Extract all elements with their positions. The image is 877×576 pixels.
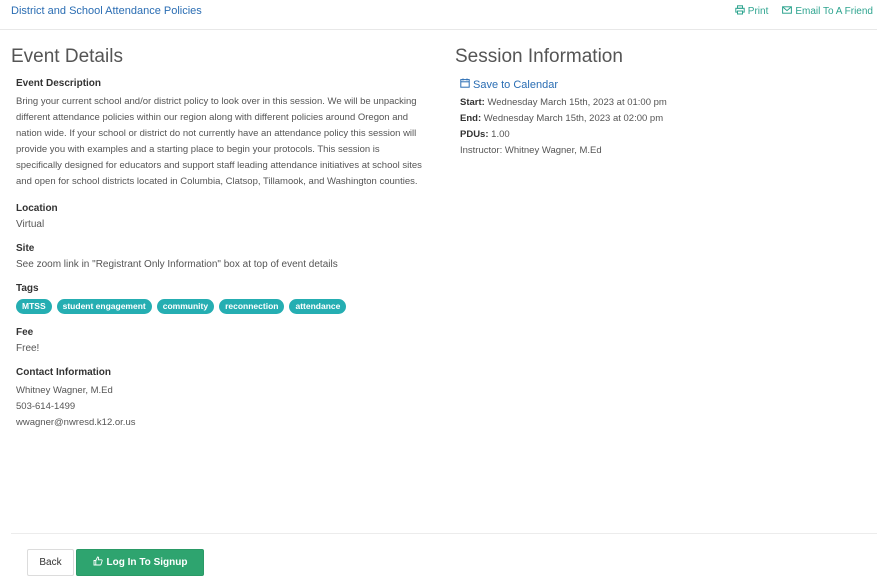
pdu-value: 1.00	[491, 129, 510, 140]
save-to-calendar-label: Save to Calendar	[473, 78, 558, 91]
site-value: See zoom link in "Registrant Only Inform…	[16, 259, 338, 270]
session-end: End: Wednesday March 15th, 2023 at 02:00…	[460, 111, 865, 127]
login-to-signup-button[interactable]: Log In To Signup	[76, 549, 204, 576]
contact-field: Contact Information Whitney Wagner, M.Ed…	[16, 367, 426, 431]
tags-field: Tags MTSS student engagement community r…	[16, 283, 426, 314]
end-label: End:	[460, 113, 482, 124]
contact-name: Whitney Wagner, M.Ed	[16, 385, 113, 396]
tag-mtss[interactable]: MTSS	[16, 299, 52, 314]
description-label: Event Description	[16, 78, 102, 89]
tags-label: Tags	[16, 283, 39, 294]
fee-field: Fee Free!	[16, 327, 426, 354]
location-value: Virtual	[16, 219, 45, 230]
top-bar: District and School Attendance Policies …	[0, 0, 877, 30]
session-pdus: PDUs: 1.00	[460, 127, 865, 143]
session-start: Start: Wednesday March 15th, 2023 at 01:…	[460, 95, 865, 111]
action-buttons: Back Log In To Signup	[27, 549, 204, 576]
tag-attendance[interactable]: attendance	[289, 299, 347, 314]
event-title-link[interactable]: District and School Attendance Policies	[11, 5, 202, 17]
location-label: Location	[16, 203, 58, 214]
contact-label: Contact Information	[16, 367, 111, 378]
calendar-icon	[460, 78, 470, 91]
pdu-label: PDUs:	[460, 129, 489, 140]
login-to-signup-label: Log In To Signup	[106, 557, 188, 568]
site-label: Site	[16, 243, 35, 254]
start-value: Wednesday March 15th, 2023 at 01:00 pm	[487, 97, 667, 108]
fee-value: Free!	[16, 343, 40, 354]
save-to-calendar-link[interactable]: Save to Calendar	[460, 78, 865, 91]
start-label: Start:	[460, 97, 485, 108]
session-instructor: Instructor: Whitney Wagner, M.Ed	[460, 145, 602, 156]
end-value: Wednesday March 15th, 2023 at 02:00 pm	[483, 113, 664, 124]
bottom-divider	[11, 533, 877, 534]
description-field: Event Description Bring your current sch…	[16, 78, 426, 190]
print-label: Print	[747, 6, 769, 17]
location-field: Location Virtual	[16, 203, 426, 230]
thumbs-up-icon	[93, 556, 103, 569]
tag-list: MTSS student engagement community reconn…	[16, 299, 426, 314]
contact-phone: 503-614-1499	[16, 401, 76, 412]
tag-student-engagement[interactable]: student engagement	[56, 299, 152, 314]
print-icon	[735, 5, 745, 18]
session-info-column: Session Information Save to Calendar Sta…	[455, 46, 865, 159]
top-actions: Print Email To A Friend	[735, 5, 873, 18]
description-text: Bring your current school and/or distric…	[16, 96, 422, 187]
site-field: Site See zoom link in "Registrant Only I…	[16, 243, 426, 270]
fee-label: Fee	[16, 327, 34, 338]
back-button[interactable]: Back	[27, 549, 74, 576]
contact-email: wwagner@nwresd.k12.or.us	[16, 417, 136, 428]
tag-community[interactable]: community	[156, 299, 215, 314]
print-link[interactable]: Print	[735, 5, 769, 18]
envelope-icon	[782, 5, 793, 18]
event-details-column: Event Details Event Description Bring yo…	[11, 46, 426, 444]
session-info-heading: Session Information	[455, 46, 623, 67]
email-friend-link[interactable]: Email To A Friend	[782, 5, 873, 18]
event-details-heading: Event Details	[11, 46, 123, 67]
email-friend-label: Email To A Friend	[795, 6, 873, 17]
tag-reconnection[interactable]: reconnection	[219, 299, 285, 314]
